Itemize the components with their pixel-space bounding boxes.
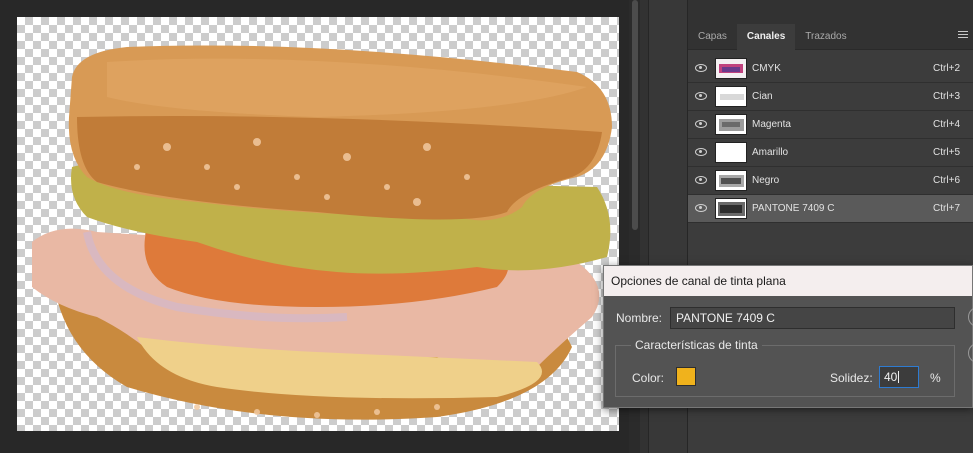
panel-tabs: Capas Canales Trazados [688, 24, 973, 50]
sandwich-image [32, 45, 613, 420]
group-title: Características de tinta [631, 338, 762, 352]
channel-thumbnail [715, 142, 747, 163]
visibility-eye-icon[interactable] [695, 120, 707, 128]
channel-row-cmyk[interactable]: CMYK Ctrl+2 [688, 55, 973, 83]
canvas-area[interactable] [0, 0, 640, 453]
percent-sign: % [930, 371, 941, 385]
channel-shortcut: Ctrl+4 [933, 119, 960, 130]
channel-name: Amarillo [752, 147, 789, 158]
visibility-eye-icon[interactable] [695, 176, 707, 184]
channel-shortcut: Ctrl+6 [933, 175, 960, 186]
channel-thumbnail [715, 114, 747, 135]
channel-shortcut: Ctrl+5 [933, 147, 960, 158]
visibility-eye-icon[interactable] [695, 64, 707, 72]
document-canvas[interactable] [17, 17, 619, 431]
channel-thumbnail [715, 58, 747, 79]
channel-name: Negro [752, 175, 780, 186]
visibility-eye-icon[interactable] [695, 204, 707, 212]
dialog-title[interactable]: Opciones de canal de tinta plana [604, 266, 972, 296]
solidity-input[interactable]: 40 [879, 366, 919, 388]
tab-capas[interactable]: Capas [688, 24, 737, 50]
channel-name: Cian [752, 91, 773, 102]
visibility-eye-icon[interactable] [695, 148, 707, 156]
channel-list: CMYK Ctrl+2 Cian Ctrl+3 Magenta Ctrl+4 A… [688, 50, 973, 223]
channel-name: PANTONE 7409 C [752, 203, 835, 214]
scrollbar-thumb[interactable] [632, 0, 638, 230]
channel-shortcut: Ctrl+7 [933, 203, 960, 214]
solidity-label: Solidez: [830, 371, 873, 385]
name-input[interactable]: PANTONE 7409 C [670, 307, 955, 329]
panel-header-bar [688, 0, 973, 24]
tab-canales[interactable]: Canales [736, 24, 796, 50]
channel-row-magenta[interactable]: Magenta Ctrl+4 [688, 111, 973, 139]
channel-shortcut: Ctrl+2 [933, 63, 960, 74]
name-label: Nombre: [616, 311, 663, 325]
tab-trazados[interactable]: Trazados [795, 24, 856, 50]
spot-channel-options-dialog: Opciones de canal de tinta plana Nombre:… [603, 265, 973, 408]
channel-row-cian[interactable]: Cian Ctrl+3 [688, 83, 973, 111]
channel-row-pantone[interactable]: PANTONE 7409 C Ctrl+7 [688, 195, 973, 223]
cancel-button[interactable] [968, 343, 973, 363]
channel-name: CMYK [752, 63, 781, 74]
channel-name: Magenta [752, 119, 791, 130]
channel-row-amarillo[interactable]: Amarillo Ctrl+5 [688, 139, 973, 167]
color-label: Color: [632, 371, 665, 385]
channel-thumbnail [715, 86, 747, 107]
channel-thumbnail [715, 170, 747, 191]
channel-shortcut: Ctrl+3 [933, 91, 960, 102]
ink-color-swatch[interactable] [676, 367, 696, 386]
panel-menu-icon[interactable] [958, 31, 968, 41]
ok-button[interactable] [968, 307, 973, 327]
channel-row-negro[interactable]: Negro Ctrl+6 [688, 167, 973, 195]
solidity-value: 40 [884, 370, 898, 384]
channel-thumbnail [715, 198, 747, 219]
text-caret [898, 371, 900, 383]
visibility-eye-icon[interactable] [695, 92, 707, 100]
